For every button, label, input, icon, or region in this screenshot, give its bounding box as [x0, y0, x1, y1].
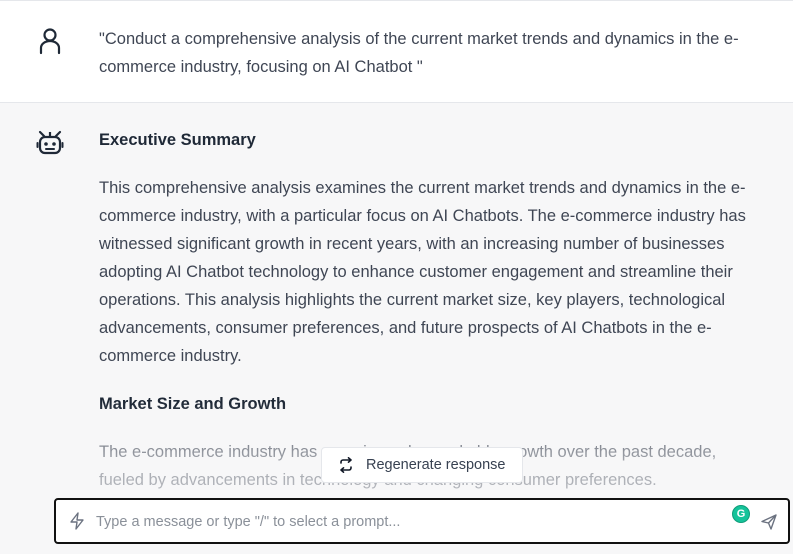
- section-paragraph: This comprehensive analysis examines the…: [99, 179, 746, 365]
- robot-icon: [36, 130, 64, 155]
- send-icon[interactable]: [760, 513, 778, 531]
- regenerate-response-button[interactable]: Regenerate response: [321, 447, 523, 483]
- bot-message-content: Executive Summary This comprehensive ana…: [99, 126, 759, 494]
- user-icon: [39, 28, 61, 55]
- regenerate-label: Regenerate response: [366, 457, 506, 473]
- user-message: "Conduct a comprehensive analysis of the…: [0, 0, 793, 103]
- section-heading: Market Size and Growth: [99, 395, 287, 413]
- bot-message: Executive Summary This comprehensive ana…: [0, 103, 793, 554]
- grammarly-icon[interactable]: G: [732, 505, 750, 523]
- user-message-text: "Conduct a comprehensive analysis of the…: [99, 30, 739, 76]
- message-composer: G: [54, 498, 790, 544]
- section-heading: Executive Summary: [99, 131, 256, 149]
- message-input[interactable]: [94, 508, 718, 536]
- refresh-icon: [340, 457, 352, 473]
- bolt-icon[interactable]: [68, 512, 86, 530]
